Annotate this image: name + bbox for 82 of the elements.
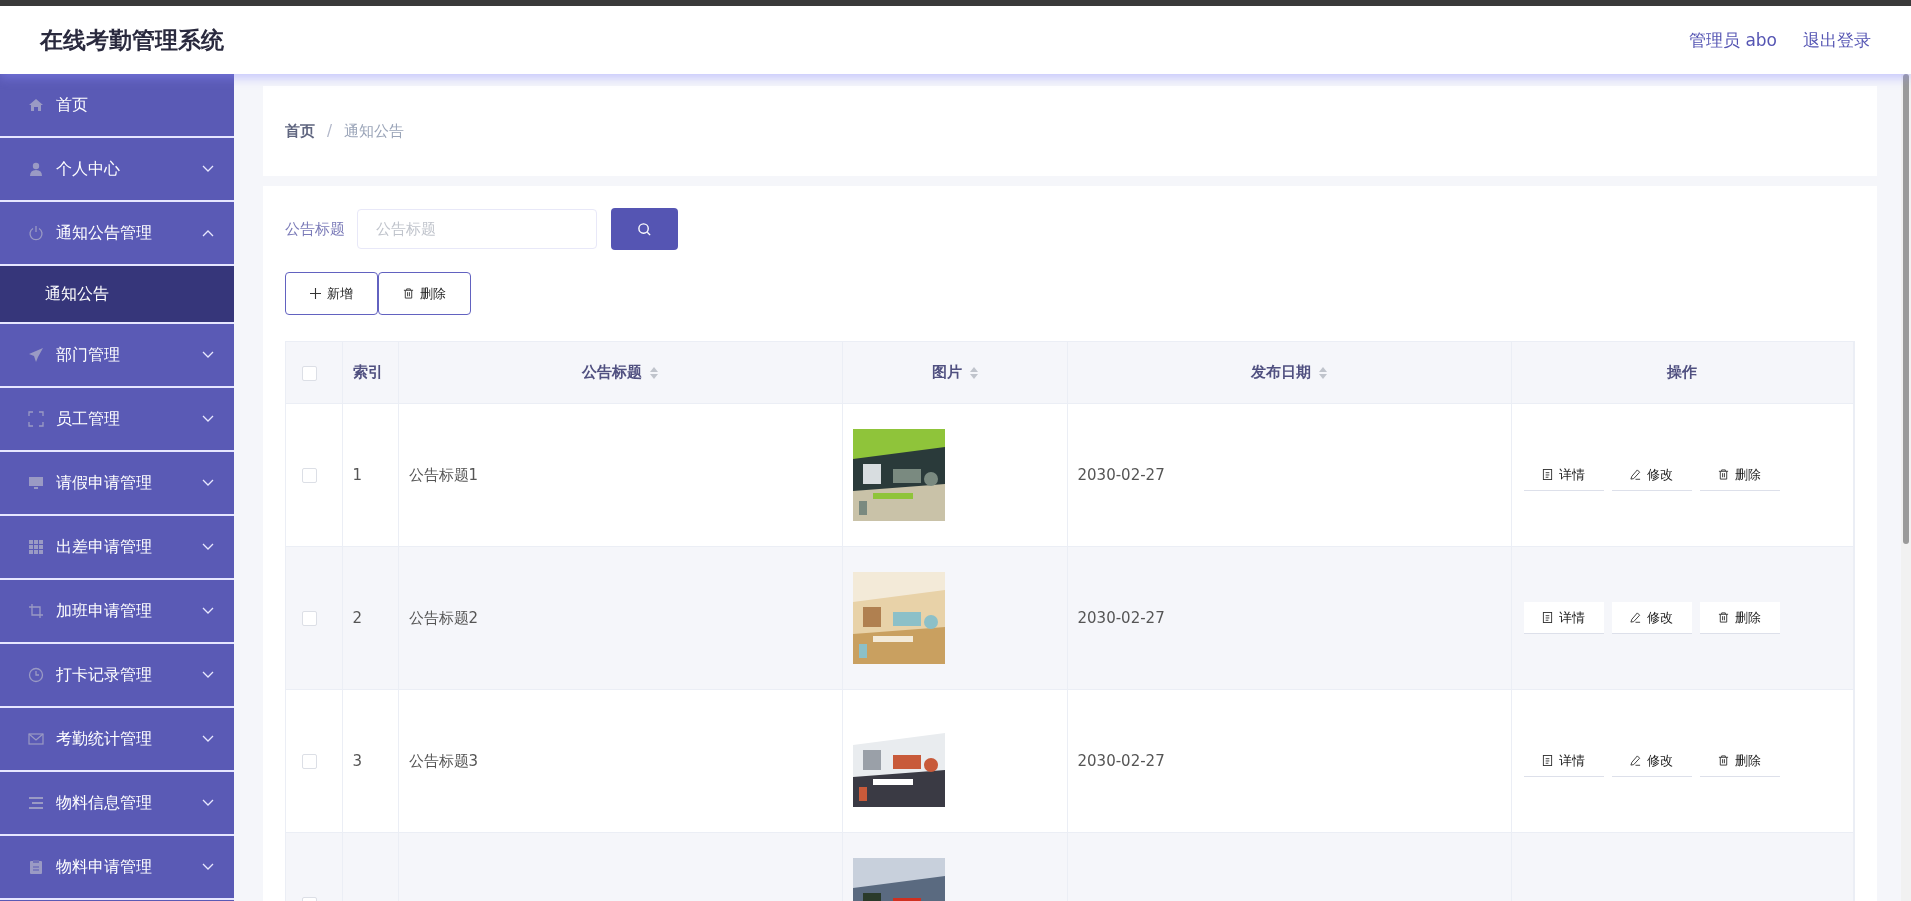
row-checkbox[interactable] <box>302 754 317 769</box>
sidebar-item[interactable]: 员工管理 <box>0 388 234 452</box>
chevron-icon <box>202 607 214 615</box>
trash-icon <box>1718 755 1729 766</box>
trash-icon <box>1718 469 1729 480</box>
document-icon <box>1542 755 1553 766</box>
row-checkbox[interactable] <box>302 468 317 483</box>
chevron-icon <box>202 351 214 359</box>
crop-icon <box>28 603 44 619</box>
table-cell: 公告标题2 <box>408 608 479 627</box>
column-header: 公告标题 <box>582 363 642 382</box>
select-all-checkbox[interactable] <box>302 365 317 381</box>
monitor-icon <box>28 475 44 491</box>
row-checkbox[interactable] <box>302 611 317 626</box>
chevron-icon <box>202 799 214 807</box>
table-cell: 2 <box>352 609 363 627</box>
column-header: 发布日期 <box>1251 363 1311 382</box>
scrollbar-thumb[interactable] <box>1903 74 1909 544</box>
column-header: 索引 <box>352 363 383 382</box>
sidebar-item[interactable]: 考勤统计管理 <box>0 708 234 772</box>
power-icon <box>28 225 44 241</box>
mail-icon <box>28 731 44 747</box>
user-icon <box>28 161 44 177</box>
document-icon <box>1542 469 1553 480</box>
pencil-icon <box>1630 469 1641 480</box>
plane-icon <box>28 347 44 363</box>
chevron-icon <box>202 671 214 679</box>
column-header: 图片 <box>931 363 962 382</box>
frame-icon <box>28 411 44 427</box>
sidebar-item[interactable]: 个人中心 <box>0 138 234 202</box>
breadcrumb-separator: / <box>327 122 333 140</box>
chevron-icon <box>202 229 214 237</box>
chevron-icon <box>202 543 214 551</box>
edit-button[interactable]: 修改 <box>1611 602 1692 634</box>
clip-icon <box>28 859 44 875</box>
sidebar-item[interactable]: 部门管理 <box>0 324 234 388</box>
table-cell: 公告标题1 <box>408 465 479 484</box>
pencil-icon <box>1630 612 1641 623</box>
grid-icon <box>28 539 44 555</box>
logout-link[interactable]: 退出登录 <box>1803 28 1871 52</box>
table-cell: 2030-02-27 <box>1077 609 1165 627</box>
pencil-icon <box>1630 755 1641 766</box>
breadcrumb-link[interactable]: 首页 <box>285 121 315 141</box>
sidebar-item[interactable]: 物料申请管理 <box>0 836 234 900</box>
column-header: 操作 <box>1667 363 1698 382</box>
plus-icon <box>310 288 321 299</box>
table-cell: 2030-02-27 <box>1077 466 1165 484</box>
search-label: 公告标题 <box>285 219 345 239</box>
search-icon <box>637 221 652 237</box>
chevron-icon <box>202 415 214 423</box>
delete-button[interactable]: 删除 <box>1699 602 1780 634</box>
sidebar-item[interactable]: 加班申请管理 <box>0 580 234 644</box>
search-button[interactable] <box>611 208 678 250</box>
table-cell: 公告标题3 <box>408 751 479 770</box>
sort-icon[interactable] <box>650 366 658 379</box>
home-icon <box>28 97 44 113</box>
document-icon <box>1542 612 1553 623</box>
trash-icon <box>403 288 414 299</box>
sidebar-item[interactable]: 出差申请管理 <box>0 516 234 580</box>
sort-icon[interactable] <box>969 366 978 379</box>
table-cell: 3 <box>352 752 363 770</box>
sort-icon[interactable] <box>1319 366 1327 379</box>
sidebar-item[interactable]: 物料信息管理 <box>0 772 234 836</box>
table-cell: 1 <box>352 466 363 484</box>
details-button[interactable]: 详情 <box>1523 602 1604 634</box>
delete-button[interactable]: 删除 <box>378 272 471 315</box>
add-button[interactable]: 新增 <box>285 272 378 315</box>
trash-icon <box>1718 612 1729 623</box>
submenu-item[interactable]: 通知公告 <box>0 266 234 324</box>
chevron-icon <box>202 863 214 871</box>
list-icon <box>28 795 44 811</box>
table-cell: 2030-02-27 <box>1077 752 1165 770</box>
chevron-icon <box>202 479 214 487</box>
chevron-icon <box>202 165 214 173</box>
app-title: 在线考勤管理系统 <box>40 25 224 55</box>
search-field[interactable]: 公告标题 <box>357 209 597 249</box>
chevron-icon <box>202 735 214 743</box>
clock-icon <box>28 667 44 683</box>
sidebar-item[interactable]: 请假申请管理 <box>0 452 234 516</box>
sidebar-item[interactable]: 打卡记录管理 <box>0 644 234 708</box>
sidebar-item[interactable]: 首页 <box>0 74 234 138</box>
user-label: 管理员 abo <box>1689 28 1777 52</box>
